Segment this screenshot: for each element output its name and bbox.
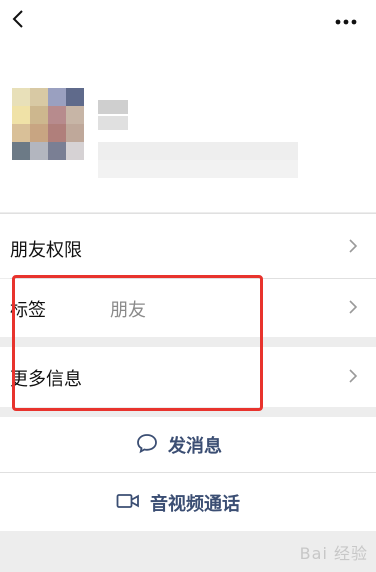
chevron-right-icon [348,238,358,254]
chevron-right-icon [348,299,358,315]
profile-header [0,40,376,212]
chat-bubble-icon [136,432,158,458]
video-camera-icon [116,493,140,513]
watermark: Bai 经验 [299,544,368,563]
nickname-blurred [98,100,128,114]
chevron-right-icon [348,368,358,384]
row-label: 朋友权限 [10,240,82,261]
back-chevron-icon[interactable] [8,8,30,30]
video-call-button[interactable]: 音视频通话 [0,473,376,531]
send-message-label: 发消息 [168,436,222,457]
more-options-icon[interactable] [334,12,358,25]
nickname-blurred-2 [98,116,128,130]
top-bar [0,0,376,40]
row-friend-permissions[interactable]: 朋友权限 [0,214,376,278]
video-call-label: 音视频通话 [150,494,240,515]
account-id-blurred [98,142,298,160]
highlight-annotation-box [12,275,263,411]
region-blurred [98,160,298,178]
avatar[interactable] [12,88,84,160]
send-message-button[interactable]: 发消息 [0,417,376,472]
